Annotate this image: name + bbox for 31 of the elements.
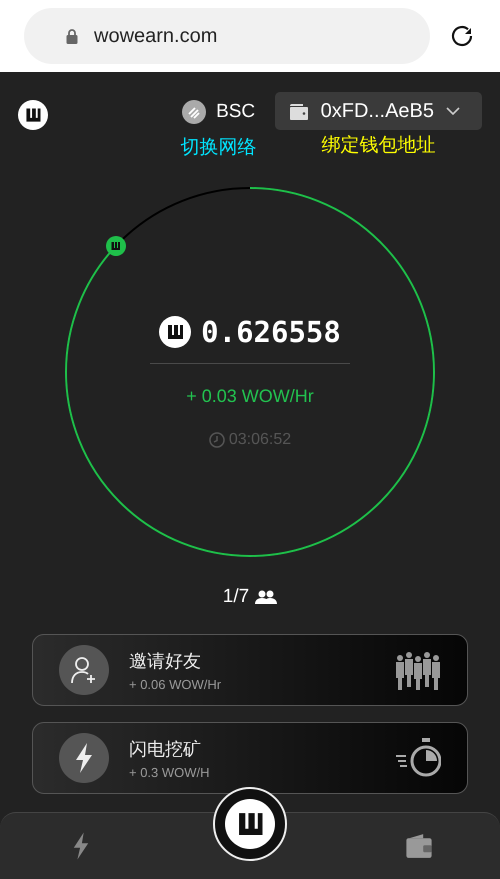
wallet-icon [405, 834, 433, 858]
crowd-icon [395, 650, 441, 690]
token-icon [159, 316, 192, 348]
clock-icon [208, 432, 225, 448]
team-count: 1/7 [222, 586, 250, 608]
task-rate: + 0.3 WOW/H [129, 764, 210, 780]
stopwatch-icon [395, 738, 441, 778]
task-rate: + 0.06 WOW/Hr [129, 676, 222, 692]
lock-icon [66, 28, 78, 44]
network-hint: 切换网络 [180, 135, 257, 160]
chevron-down-icon [446, 107, 460, 115]
address-bar[interactable]: wowearn.com [24, 8, 430, 64]
add-user-icon [71, 656, 97, 684]
task-card[interactable]: 邀请好友 + 0.06 WOW/Hr [32, 634, 468, 706]
progress-marker-icon [106, 236, 126, 256]
people-icon [255, 590, 278, 604]
wallet-button[interactable]: 0xFD...AeB5 [274, 92, 482, 130]
task-title: 闪电挖矿 [129, 738, 201, 760]
logo-icon [225, 799, 275, 849]
coin-icon [182, 100, 206, 124]
mining-rate: + 0.03 WOW/Hr [186, 386, 314, 407]
lightning-icon [72, 832, 90, 860]
wallet-hint: 绑定钱包地址 [321, 133, 436, 158]
task-card[interactable]: 闪电挖矿 + 0.3 WOW/H [32, 722, 468, 794]
url-text: wowearn.com [94, 24, 218, 48]
logo-icon [18, 100, 48, 130]
lightning-icon [74, 743, 94, 773]
network-selector[interactable]: BSC [182, 92, 256, 132]
balance-amount: 0.626558 [201, 315, 341, 349]
wallet-icon [288, 102, 309, 120]
task-title: 邀请好友 [129, 650, 201, 672]
